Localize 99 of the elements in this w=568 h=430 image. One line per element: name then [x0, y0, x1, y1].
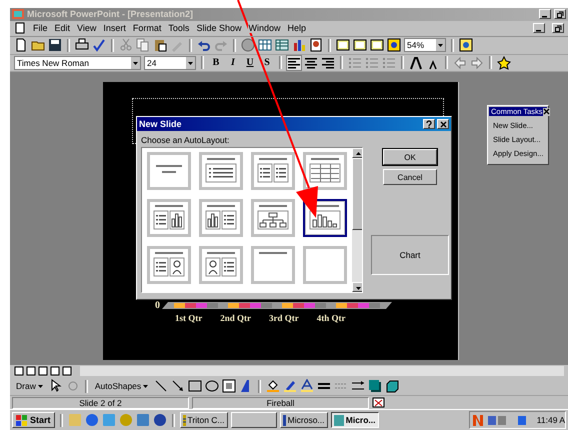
prompt-label: Choose an AutoLayout: [141, 135, 230, 146]
taskbar-button[interactable] [230, 412, 277, 428]
align-center-icon[interactable] [304, 56, 318, 70]
star-icon[interactable] [497, 56, 511, 70]
layout-thumbnail-drawing [306, 155, 344, 188]
layout-thumbnail-drawing [254, 202, 292, 234]
dialog-title: New Slide [139, 119, 182, 130]
spellcheck-icon[interactable] [92, 38, 106, 52]
grow-font-icon[interactable] [409, 56, 423, 70]
shadow-button[interactable]: S [260, 56, 274, 70]
scroll-thumb[interactable] [352, 158, 362, 230]
layout-thumbnail-drawing [202, 249, 240, 282]
cancel-button[interactable]: Cancel [383, 169, 437, 186]
help-button[interactable] [423, 119, 435, 130]
clock: 11:49 A [536, 415, 565, 426]
layout-thumbnail-drawing [150, 155, 188, 188]
save-icon[interactable] [48, 38, 62, 52]
axis-label: 4th Qtr [316, 313, 346, 324]
slide-icon[interactable] [353, 38, 367, 52]
restore-button[interactable] [552, 23, 564, 34]
menu-item[interactable]: Tools [168, 23, 190, 34]
close-button[interactable] [542, 108, 550, 116]
align-right-icon[interactable] [321, 56, 335, 70]
arrow-pointer-icon[interactable] [48, 379, 63, 394]
cube-icon[interactable] [385, 379, 400, 394]
status-design-name: Fireball [192, 396, 369, 409]
font-size-dropdown[interactable]: 24 [144, 56, 196, 70]
layout-thumbnail-drawing [254, 249, 292, 282]
autoshapes-menu-button[interactable]: AutoShapes [92, 381, 152, 392]
axis-label: 1st Qtr [175, 313, 202, 324]
align-left-icon[interactable] [287, 56, 301, 70]
draw-menu-button[interactable]: Draw [14, 381, 46, 392]
ellipse-icon[interactable] [205, 379, 220, 394]
italic-button[interactable]: I [226, 56, 240, 70]
caret-icon [142, 382, 150, 390]
paste-icon[interactable] [153, 38, 167, 52]
printer-icon[interactable] [75, 38, 89, 52]
app-icon [12, 9, 24, 20]
arrow-line-icon[interactable] [171, 379, 186, 394]
rectangle-icon[interactable] [188, 379, 202, 394]
slide-icon[interactable] [336, 38, 350, 52]
undo-icon[interactable] [197, 38, 211, 52]
text-box-icon[interactable] [222, 379, 236, 394]
layout-thumbnail-drawing [202, 155, 240, 188]
caret-icon [36, 382, 44, 390]
windows-logo-icon [16, 414, 28, 426]
underline-button[interactable]: U [243, 56, 257, 70]
close-icon [440, 120, 446, 128]
layout-option[interactable] [303, 199, 347, 238]
app-icon [282, 414, 286, 426]
preview-label: Chart [400, 250, 420, 260]
layout-thumbnail-drawing [306, 249, 344, 282]
portrait-icon[interactable] [309, 38, 323, 52]
restore-button[interactable] [554, 9, 566, 20]
menu-item[interactable]: File [33, 23, 48, 34]
start-button[interactable]: Start [12, 412, 55, 428]
minimize-button[interactable] [533, 23, 545, 34]
restore-icon [556, 10, 564, 18]
bold-button[interactable]: B [209, 56, 223, 70]
table-icon[interactable] [258, 38, 272, 52]
menu-item[interactable]: Help [287, 23, 306, 34]
bar-chart-icon[interactable] [292, 38, 306, 52]
scrollbar[interactable] [352, 148, 362, 292]
layout-thumbnail-drawing [202, 202, 240, 234]
zoom-dropdown[interactable]: 54% [404, 38, 446, 52]
app-icon [334, 414, 344, 426]
fill-bucket-icon[interactable] [266, 379, 280, 394]
close-icon [542, 108, 550, 115]
horizontal-scrollbar[interactable] [80, 366, 564, 376]
layout-thumbnail-drawing [150, 249, 188, 282]
menu-item[interactable]: Slide Show [196, 23, 242, 34]
menu-item[interactable]: Insert [103, 23, 126, 34]
sheet-icon[interactable] [275, 38, 289, 52]
font-color-icon[interactable] [300, 379, 314, 394]
taskbar-button[interactable]: Triton C... [180, 412, 228, 428]
restore-icon [554, 24, 562, 32]
status-slide-count: Slide 2 of 2 [12, 396, 189, 409]
menu-item[interactable]: View [77, 23, 96, 34]
menu-item[interactable]: Format [132, 23, 162, 34]
minimize-button[interactable] [539, 9, 551, 20]
pen-icon[interactable] [283, 379, 298, 394]
layout-thumbnail-drawing [150, 202, 188, 234]
menu-item[interactable]: Edit [54, 23, 70, 34]
taskbar-button[interactable]: Micro... [330, 412, 379, 428]
axis-label: 3rd Qtr [269, 313, 299, 324]
axis-label: 2nd Qtr [220, 313, 252, 324]
new-document-icon[interactable] [14, 38, 28, 52]
window-title: Microsoft PowerPoint - [Presentation2] [27, 9, 194, 20]
line-icon[interactable] [154, 379, 168, 394]
shadow-icon[interactable] [368, 379, 382, 394]
ok-button[interactable]: OK [383, 149, 437, 166]
font-dropdown[interactable]: Times New Roman [14, 56, 141, 70]
layout-thumbnail-drawing [306, 202, 344, 234]
document-icon [14, 22, 26, 34]
axis-label: 0 [155, 300, 160, 312]
layout-thumbnail-drawing [254, 155, 292, 188]
slide-icon[interactable] [370, 38, 384, 52]
taskbar-button[interactable]: Microso... [280, 412, 328, 428]
menu-item[interactable]: Window [248, 23, 280, 34]
